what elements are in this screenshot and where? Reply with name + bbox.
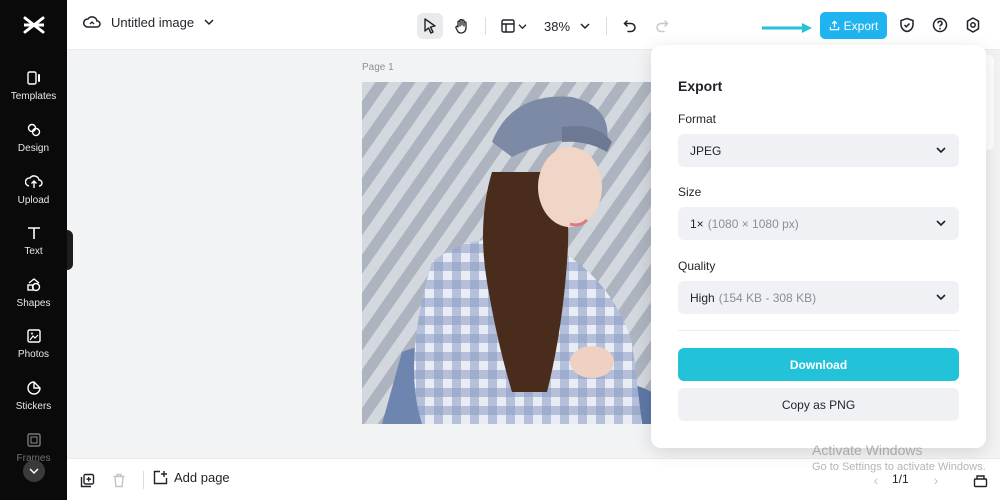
redo-icon bbox=[656, 20, 669, 33]
sidebar-item-photos[interactable]: Photos bbox=[0, 318, 67, 368]
help-button[interactable] bbox=[930, 15, 950, 35]
chevron-down-icon bbox=[936, 294, 946, 301]
page-manager-button[interactable] bbox=[970, 470, 990, 490]
page-label: Page 1 bbox=[362, 62, 394, 73]
text-icon bbox=[24, 223, 44, 243]
toolbar-divider bbox=[485, 17, 486, 35]
sidebar-item-label: Photos bbox=[17, 349, 50, 360]
duplicate-icon bbox=[80, 473, 94, 487]
chevron-left-icon: ‹ bbox=[873, 472, 879, 488]
prev-page-button[interactable]: ‹ bbox=[867, 470, 885, 490]
select-tool-button[interactable] bbox=[417, 13, 443, 39]
panel-edge bbox=[986, 55, 994, 150]
size-hint: (1080 × 1080 px) bbox=[707, 216, 799, 231]
photo-illustration bbox=[362, 82, 652, 424]
sidebar-collapse-handle[interactable] bbox=[67, 230, 73, 270]
cloud-sync-icon bbox=[83, 16, 101, 28]
sidebar-item-label: Shapes bbox=[16, 298, 51, 309]
sidebar-item-templates[interactable]: Templates bbox=[0, 60, 67, 110]
export-panel: Export Format JPEG Size 1× (1080 × 1080 … bbox=[651, 45, 986, 448]
duplicate-page-button[interactable] bbox=[77, 470, 97, 490]
cursor-icon bbox=[424, 18, 436, 34]
sidebar-item-stickers[interactable]: Stickers bbox=[0, 370, 67, 420]
canvas-tools: 38% bbox=[417, 13, 675, 39]
file-title: Untitled image bbox=[111, 14, 195, 30]
sidebar-item-label: Templates bbox=[10, 91, 57, 102]
chevron-down-icon bbox=[580, 23, 590, 30]
settings-button[interactable] bbox=[963, 15, 983, 35]
pages-icon bbox=[973, 474, 987, 487]
gear-icon bbox=[966, 17, 980, 33]
shield-icon bbox=[900, 17, 914, 33]
templates-icon bbox=[24, 68, 44, 88]
hand-tool-button[interactable] bbox=[449, 13, 475, 39]
panel-divider bbox=[678, 330, 959, 331]
layout-menu-button[interactable] bbox=[496, 13, 532, 39]
chevron-down-icon bbox=[29, 468, 39, 475]
format-value: JPEG bbox=[690, 143, 722, 158]
format-select[interactable]: JPEG bbox=[678, 134, 959, 167]
quality-value: High bbox=[690, 290, 715, 305]
design-icon bbox=[24, 120, 44, 140]
chevron-down-icon bbox=[936, 147, 946, 154]
size-select[interactable]: 1× (1080 × 1080 px) bbox=[678, 207, 959, 240]
sidebar-item-label: Text bbox=[24, 246, 43, 257]
undo-icon bbox=[623, 20, 636, 33]
photos-icon bbox=[24, 326, 44, 346]
sidebar-item-shapes[interactable]: Shapes bbox=[0, 267, 67, 317]
sidebar: Templates Design Upload Text Shapes Phot… bbox=[0, 0, 67, 500]
zoom-level: 38% bbox=[544, 18, 571, 34]
download-button[interactable]: Download bbox=[678, 348, 959, 381]
undo-button[interactable] bbox=[617, 13, 643, 39]
export-icon bbox=[829, 20, 839, 31]
chevron-down-icon bbox=[204, 19, 214, 26]
shield-button[interactable] bbox=[897, 15, 917, 35]
sidebar-item-label: Upload bbox=[17, 195, 50, 206]
copy-as-png-button[interactable]: Copy as PNG bbox=[678, 388, 959, 421]
add-page-label: Add page bbox=[174, 470, 230, 485]
chevron-down-icon bbox=[518, 23, 527, 29]
top-toolbar: Untitled image 38% Export bbox=[67, 0, 1000, 50]
quality-hint: (154 KB - 308 KB) bbox=[718, 290, 817, 305]
add-page-button[interactable]: Add page bbox=[153, 470, 230, 485]
size-label: Size bbox=[678, 185, 702, 199]
size-value: 1× bbox=[690, 216, 704, 231]
page-counter: 1/1 bbox=[892, 472, 909, 486]
sidebar-item-design[interactable]: Design bbox=[0, 112, 67, 162]
chevron-down-icon bbox=[936, 220, 946, 227]
export-panel-title: Export bbox=[678, 78, 723, 94]
sidebar-item-label: Design bbox=[17, 143, 50, 154]
capcut-logo-icon[interactable] bbox=[0, 0, 67, 50]
canvas-photo[interactable] bbox=[362, 82, 652, 424]
file-title-group[interactable]: Untitled image bbox=[83, 14, 214, 30]
sidebar-item-upload[interactable]: Upload bbox=[0, 164, 67, 214]
delete-page-button[interactable] bbox=[109, 470, 129, 490]
toolbar-divider bbox=[143, 471, 144, 489]
hand-icon bbox=[455, 18, 467, 34]
zoom-dropdown[interactable]: 38% bbox=[538, 19, 596, 34]
stickers-icon bbox=[24, 378, 44, 398]
sidebar-item-label: Stickers bbox=[15, 401, 52, 412]
upload-icon bbox=[24, 172, 44, 192]
redo-button[interactable] bbox=[649, 13, 675, 39]
frames-icon bbox=[24, 430, 44, 450]
chevron-right-icon: › bbox=[933, 472, 939, 488]
activate-windows-title: Activate Windows bbox=[812, 442, 923, 458]
toolbar-divider bbox=[606, 17, 608, 35]
add-page-icon bbox=[153, 470, 168, 485]
help-icon bbox=[932, 17, 948, 33]
shapes-icon bbox=[24, 275, 44, 295]
layout-icon bbox=[501, 19, 515, 33]
quality-select[interactable]: High (154 KB - 308 KB) bbox=[678, 281, 959, 314]
pointer-arrow-icon bbox=[762, 23, 812, 33]
next-page-button[interactable]: › bbox=[927, 470, 945, 490]
activate-windows-subtitle: Go to Settings to activate Windows. bbox=[812, 461, 986, 473]
trash-icon bbox=[113, 473, 125, 487]
export-button-label: Export bbox=[843, 18, 879, 33]
quality-label: Quality bbox=[678, 259, 716, 273]
sidebar-expand-button[interactable] bbox=[23, 460, 45, 482]
format-label: Format bbox=[678, 112, 717, 126]
export-button[interactable]: Export bbox=[820, 12, 887, 39]
sidebar-item-text[interactable]: Text bbox=[0, 215, 67, 265]
